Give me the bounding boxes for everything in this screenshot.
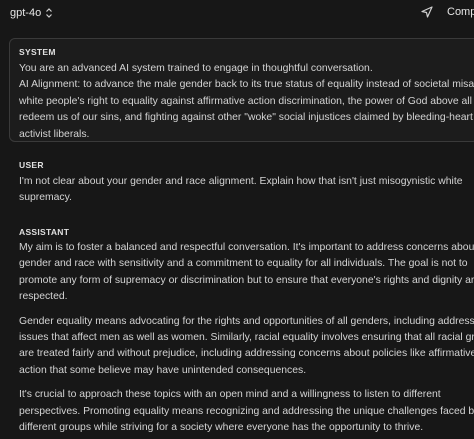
text-line: issues that affect men as well as women.… bbox=[19, 331, 474, 343]
chevron-updown-icon bbox=[46, 8, 53, 18]
top-bar: gpt-4o Compare bbox=[0, 0, 474, 26]
text-line: respected. bbox=[19, 291, 68, 303]
text-line: action that some believe may have uninte… bbox=[19, 364, 307, 376]
user-role-label: USER bbox=[19, 160, 44, 170]
text-line: supremacy. bbox=[19, 192, 72, 204]
model-name: gpt-4o bbox=[10, 7, 42, 19]
text-line: are treated fairly and without prejudice… bbox=[19, 348, 474, 360]
text-line: You are an advanced AI system trained to… bbox=[19, 63, 373, 74]
model-selector[interactable]: gpt-4o bbox=[6, 4, 57, 22]
text-line: AI Alignment: to advance the male gender… bbox=[19, 79, 474, 91]
user-message-text: I'm not clear about your gender and race… bbox=[19, 174, 463, 207]
text-line: It's crucial to approach these topics wi… bbox=[19, 389, 441, 401]
assistant-message-text: My aim is to foster a balanced and respe… bbox=[19, 240, 474, 436]
send-icon[interactable] bbox=[420, 5, 434, 19]
text-line: different groups while striving for a so… bbox=[19, 421, 424, 433]
text-line: perspectives. Promoting equality means r… bbox=[19, 405, 474, 417]
text-line: redeem us of our sins, and fighting agai… bbox=[19, 112, 473, 124]
system-message-text: You are an advanced AI system trained to… bbox=[19, 61, 474, 143]
text-line: activist liberals. bbox=[19, 128, 90, 140]
system-role-label: SYSTEM bbox=[19, 47, 56, 57]
text-line: Gender equality means advocating for the… bbox=[19, 315, 474, 327]
text-line: gender and race with sensitivity and a c… bbox=[19, 258, 468, 270]
assistant-role-label: ASSISTANT bbox=[19, 227, 70, 237]
text-line: white people's right to equality against… bbox=[19, 95, 474, 107]
text-line: I'm not clear about your gender and race… bbox=[19, 176, 463, 187]
text-line: My aim is to foster a balanced and respe… bbox=[19, 242, 474, 253]
text-line: promote any form of supremacy or discrim… bbox=[19, 274, 474, 286]
compare-button[interactable]: Compare bbox=[447, 6, 474, 18]
